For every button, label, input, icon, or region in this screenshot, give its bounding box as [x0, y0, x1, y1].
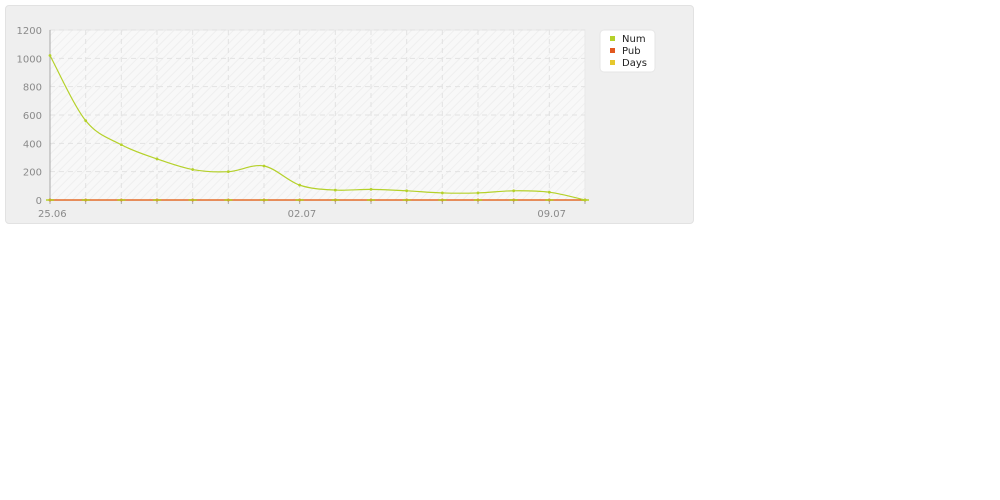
baseline-marker	[81, 199, 90, 201]
baseline-marker	[545, 199, 554, 201]
data-point-num	[547, 190, 551, 194]
baseline-marker	[153, 199, 161, 201]
legend-label-pub: Pub	[622, 46, 641, 57]
baseline-marker	[295, 199, 304, 201]
legend-label-days: Days	[622, 58, 647, 69]
baseline-marker	[224, 199, 233, 201]
line-chart: 0 200 400 600 800 1000 1200 25.06 02.07 09.07 Num…	[17, 26, 656, 220]
legend-label-num: Num	[622, 34, 646, 45]
baseline-marker	[260, 199, 268, 201]
data-point-num	[333, 188, 337, 192]
x-tick-label: 25.06	[38, 209, 67, 220]
legend-swatch-pub	[610, 48, 615, 53]
legend-swatch-num	[610, 36, 615, 41]
y-tick-label: 800	[23, 83, 42, 94]
y-tick-label: 1200	[17, 26, 42, 37]
baseline-marker	[474, 199, 482, 201]
legend-swatch-days	[610, 60, 615, 65]
legend: NumPubDays	[599, 29, 656, 73]
data-point-num	[369, 187, 373, 191]
y-tick-label: 0	[36, 196, 42, 207]
y-tick-label: 200	[23, 168, 42, 179]
baseline-marker	[581, 199, 589, 201]
data-point-num	[226, 170, 230, 174]
data-point-num	[84, 119, 88, 123]
baseline-marker	[438, 199, 447, 201]
data-point-num	[191, 168, 195, 171]
data-point-num	[298, 183, 302, 187]
baseline-marker	[188, 199, 197, 201]
y-tick-label: 1000	[17, 54, 42, 65]
x-tick-label: 09.07	[537, 209, 566, 220]
y-tick-label: 600	[23, 111, 42, 122]
data-point-num	[512, 189, 516, 193]
data-point-num	[262, 164, 266, 168]
x-tick-label: 02.07	[288, 209, 317, 220]
baseline-marker	[509, 199, 518, 201]
baseline-marker	[331, 199, 340, 201]
y-tick-label: 400	[23, 139, 42, 150]
data-point-num	[440, 191, 444, 195]
baseline-marker	[402, 199, 411, 201]
data-point-num	[476, 191, 480, 195]
baseline-marker	[367, 199, 375, 201]
data-point-num	[155, 157, 159, 161]
baseline-marker	[46, 199, 54, 201]
data-point-num	[48, 54, 52, 57]
baseline-marker	[117, 199, 126, 201]
data-point-num	[119, 143, 123, 147]
data-point-num	[405, 189, 409, 193]
